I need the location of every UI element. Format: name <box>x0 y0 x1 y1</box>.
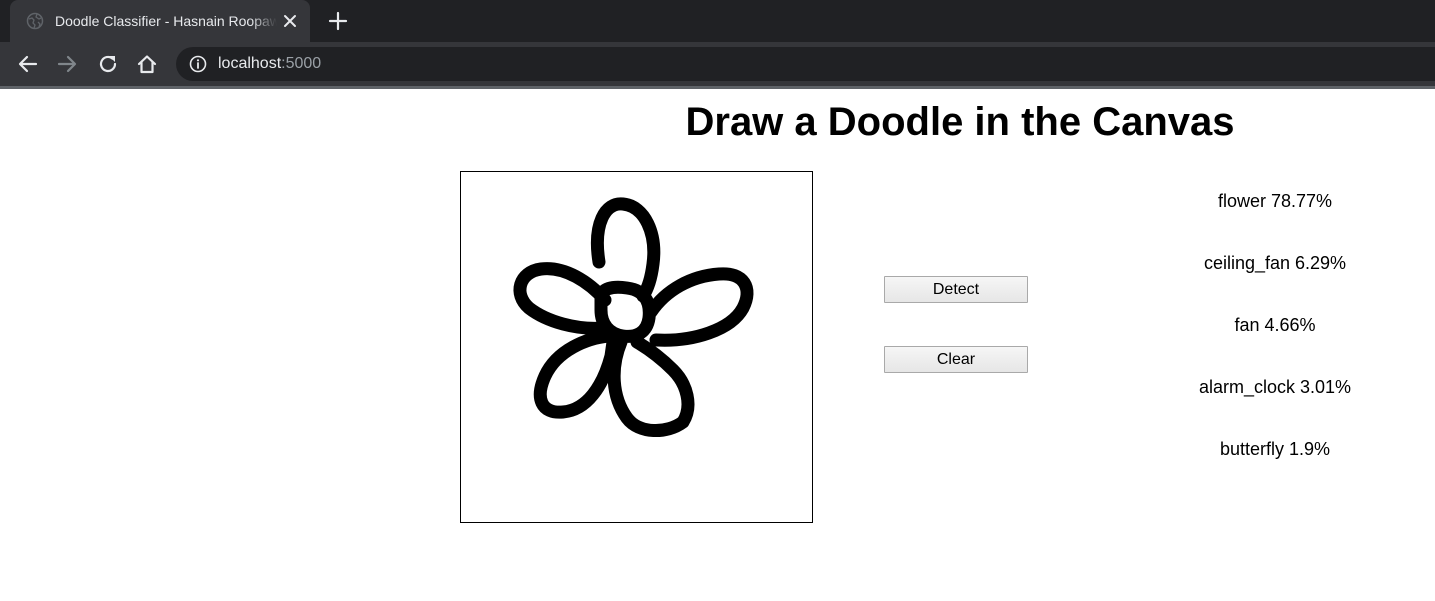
plus-icon[interactable] <box>327 10 349 32</box>
tab-title: Doodle Classifier - Hasnain Roopawalla <box>55 13 277 29</box>
doodle-petal <box>644 267 754 347</box>
home-icon[interactable] <box>136 53 158 75</box>
prediction-item: butterfly 1.9% <box>1219 439 1331 459</box>
close-icon[interactable] <box>281 12 299 30</box>
info-icon[interactable] <box>189 55 207 73</box>
detect-button[interactable]: Detect <box>884 276 1028 303</box>
prediction-list: flower 78.77% ceiling_fan 6.29% fan 4.66… <box>1175 189 1375 499</box>
clear-button[interactable]: Clear <box>884 346 1028 373</box>
browser-toolbar: localhost:5000 <box>0 42 1435 86</box>
browser-tab[interactable]: Doodle Classifier - Hasnain Roopawalla <box>10 0 310 42</box>
doodle-petal <box>534 329 620 419</box>
url-port: :5000 <box>281 55 322 72</box>
browser-tabstrip: Doodle Classifier - Hasnain Roopawalla <box>0 0 1435 42</box>
page-title: Draw a Doodle in the Canvas <box>685 100 1235 144</box>
prediction-item: alarm_clock 3.01% <box>1198 377 1352 397</box>
prediction-item: fan 4.66% <box>1234 315 1316 335</box>
url-host: localhost <box>218 55 282 72</box>
forward-arrow-icon[interactable] <box>56 53 78 75</box>
doodle-petal <box>607 335 695 438</box>
drawing-canvas[interactable] <box>460 171 813 523</box>
toolbar-divider <box>0 86 1435 89</box>
prediction-item: ceiling_fan 6.29% <box>1203 253 1347 273</box>
prediction-item: flower 78.77% <box>1217 191 1333 211</box>
back-arrow-icon[interactable] <box>17 53 39 75</box>
address-bar[interactable]: localhost:5000 <box>176 47 1435 81</box>
url-text: localhost:5000 <box>218 55 321 73</box>
doodle-drawing <box>513 197 754 438</box>
globe-icon <box>26 12 44 30</box>
doodle-petal <box>513 262 612 335</box>
reload-icon[interactable] <box>97 53 119 75</box>
doodle-center <box>594 280 656 343</box>
